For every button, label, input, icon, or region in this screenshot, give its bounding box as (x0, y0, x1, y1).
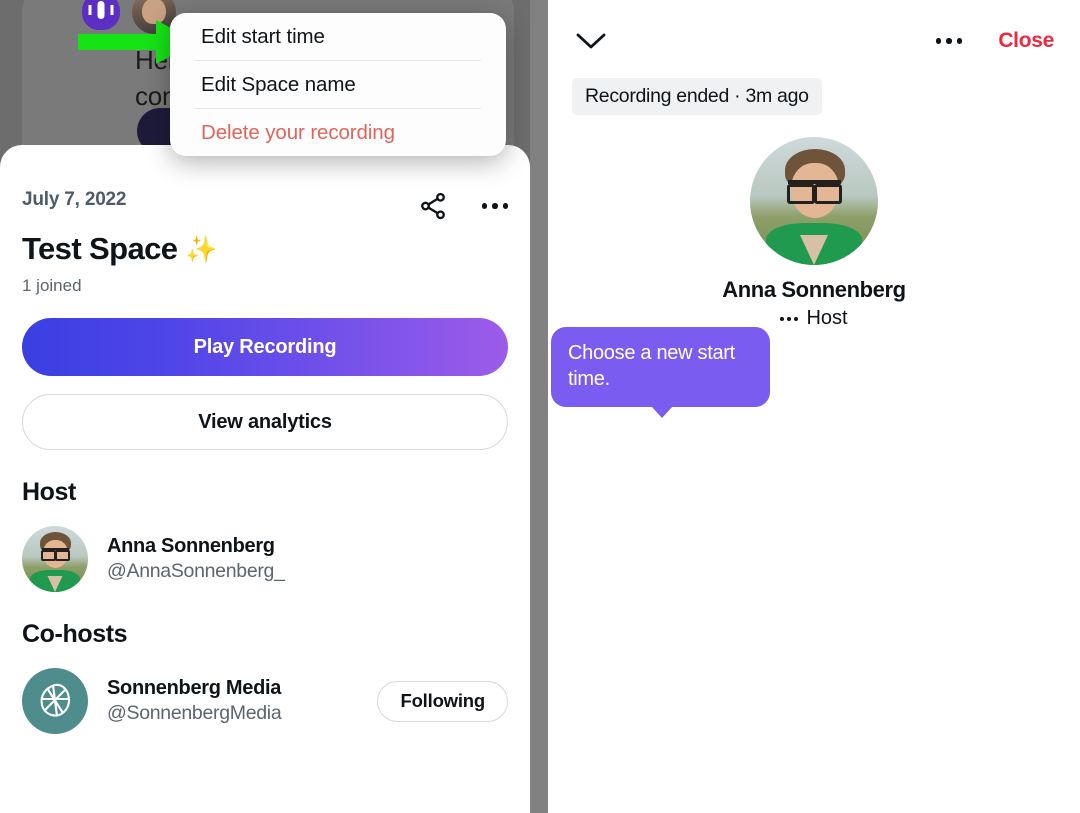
space-detail-sheet: July 7, 2022 Test Space ✨ 1 joined Play … (0, 145, 530, 813)
screenshot-root: Here's conver Edit start time Edit Space… (0, 0, 1080, 813)
player-header-actions: Close (935, 29, 1054, 53)
speaking-dots-icon (780, 316, 799, 321)
host-name: Anna Sonnenberg (107, 535, 275, 557)
host-meta: Anna Sonnenberg @AnnaSonnenberg_ (107, 535, 508, 583)
more-dots-icon[interactable] (935, 38, 963, 44)
avatar (750, 137, 878, 265)
active-speaker: Anna Sonnenberg Host (548, 137, 1080, 330)
panel-divider (530, 0, 548, 813)
following-button[interactable]: Following (377, 680, 508, 722)
space-date: July 7, 2022 (22, 189, 127, 210)
play-recording-button[interactable]: Play Recording (22, 318, 508, 376)
menu-item-delete-recording[interactable]: Delete your recording (170, 109, 506, 156)
tooltip-choose-start-time: Choose a new start time. (551, 327, 770, 418)
menu-item-label: Edit Space name (201, 72, 356, 96)
joined-count: 1 joined (22, 276, 82, 295)
space-title-text: Test Space (22, 231, 178, 266)
chevron-down-icon[interactable] (574, 24, 608, 58)
status-badge: Recording ended · 3m ago (572, 78, 822, 115)
host-handle: @AnnaSonnenberg_ (107, 560, 285, 582)
avatar (22, 668, 88, 734)
speaker-role: Host (780, 307, 848, 330)
host-section-heading: Host (22, 478, 76, 506)
speaker-role-label: Host (806, 307, 848, 329)
menu-item-edit-start-time[interactable]: Edit start time (170, 13, 506, 60)
sheet-actions (418, 189, 508, 221)
context-menu[interactable]: Edit start time Edit Space name Delete y… (170, 13, 506, 156)
cohosts-section-heading: Co-hosts (22, 620, 128, 648)
cohost-meta: Sonnenberg Media @SonnenbergMedia (107, 677, 377, 725)
page-title: Test Space ✨ (22, 231, 508, 267)
avatar (22, 526, 88, 592)
menu-item-label: Delete your recording (201, 120, 395, 144)
more-dots-icon[interactable] (481, 203, 508, 209)
view-analytics-button[interactable]: View analytics (22, 394, 508, 450)
host-list-item[interactable]: Anna Sonnenberg @AnnaSonnenberg_ (22, 526, 508, 592)
close-button[interactable]: Close (998, 29, 1054, 53)
sparkles-icon: ✨ (185, 233, 218, 264)
cohost-name: Sonnenberg Media (107, 677, 282, 699)
cohost-list-item[interactable]: Sonnenberg Media @SonnenbergMedia Follow… (22, 668, 508, 734)
menu-item-edit-space-name[interactable]: Edit Space name (170, 61, 506, 108)
cohost-handle: @SonnenbergMedia (107, 702, 282, 724)
speaker-name: Anna Sonnenberg (722, 277, 906, 302)
sheet-topbar: July 7, 2022 (22, 145, 508, 221)
left-panel: Here's conver Edit start time Edit Space… (0, 0, 530, 813)
share-icon[interactable] (418, 191, 448, 221)
menu-item-label: Edit start time (201, 24, 325, 48)
player-header: Close (548, 0, 1080, 58)
